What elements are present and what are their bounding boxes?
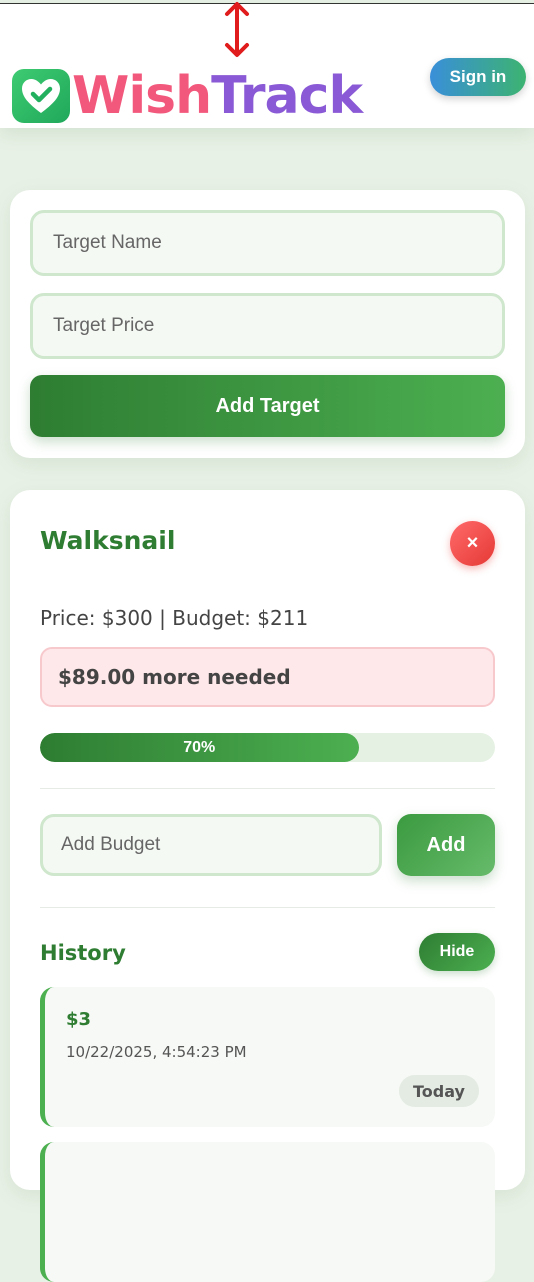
- target-card: Walksnail × Price: $300 | Budget: $211 $…: [10, 490, 525, 1282]
- history-item-partial: [40, 1142, 495, 1282]
- app-logo[interactable]: WishTrack: [12, 66, 363, 126]
- history-heading: History: [40, 941, 126, 965]
- add-budget-button[interactable]: Add: [397, 814, 495, 876]
- history-badge: Today: [399, 1075, 479, 1107]
- heart-check-icon: [12, 69, 70, 123]
- progress-bar: 70%: [40, 733, 495, 762]
- history-item: $3 10/22/2025, 4:54:23 PM Today: [40, 987, 495, 1127]
- hide-history-button[interactable]: Hide: [419, 933, 495, 971]
- target-price-input[interactable]: Target Price: [30, 293, 505, 359]
- progress-label: 70%: [183, 738, 216, 756]
- logo-wordmark: WishTrack: [72, 66, 363, 126]
- logo-track: Track: [211, 66, 363, 126]
- close-icon: ×: [466, 532, 479, 554]
- divider: [40, 788, 495, 789]
- add-target-card: Target Name Target Price Add Target: [10, 190, 525, 458]
- divider: [40, 907, 495, 908]
- add-target-button[interactable]: Add Target: [30, 375, 505, 437]
- resize-cursor-icon: [219, 0, 255, 67]
- target-name-input[interactable]: Target Name: [30, 210, 505, 276]
- logo-wish: Wish: [72, 66, 212, 126]
- history-date: 10/22/2025, 4:54:23 PM: [66, 1043, 247, 1061]
- add-budget-input[interactable]: Add Budget: [40, 814, 382, 876]
- history-amount: $3: [66, 1009, 92, 1030]
- app-header: WishTrack Sign in: [0, 4, 534, 128]
- target-title: Walksnail: [40, 526, 176, 555]
- sign-in-button[interactable]: Sign in: [430, 58, 526, 96]
- amount-needed-alert: $89.00 more needed: [40, 647, 495, 707]
- amount-needed-text: $89.00 more needed: [58, 665, 291, 689]
- progress-fill: 70%: [40, 733, 359, 762]
- delete-target-button[interactable]: ×: [450, 521, 495, 566]
- price-budget-text: Price: $300 | Budget: $211: [40, 606, 309, 630]
